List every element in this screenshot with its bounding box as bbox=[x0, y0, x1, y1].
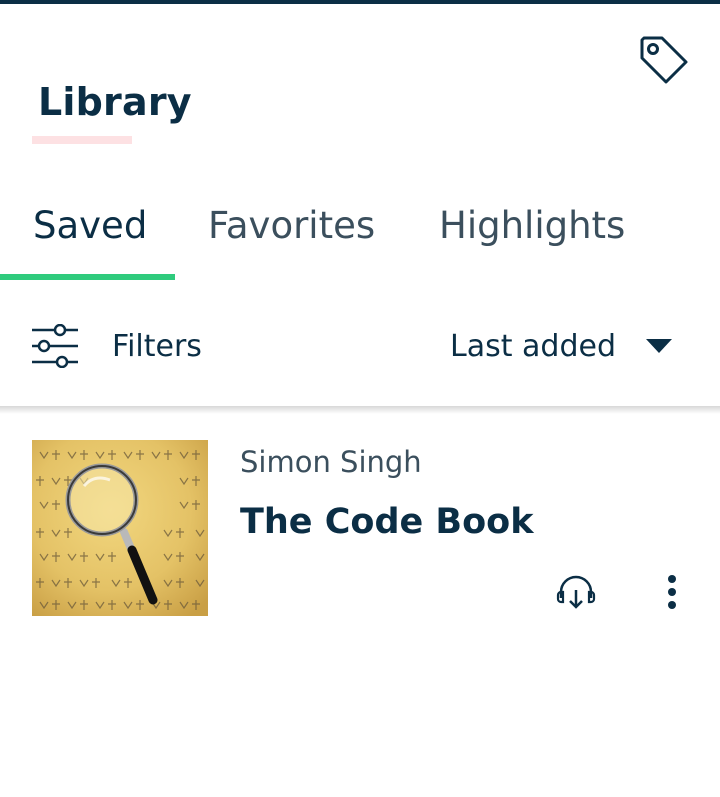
tab-highlights[interactable]: Highlights bbox=[439, 190, 625, 280]
sort-dropdown[interactable]: Last added bbox=[450, 320, 672, 372]
filter-row: Filters Last added bbox=[0, 306, 720, 386]
page-title: Library bbox=[38, 80, 192, 124]
filters-label: Filters bbox=[112, 328, 202, 364]
book-cover[interactable] bbox=[32, 440, 208, 616]
magnifying-glass-cover bbox=[32, 440, 208, 616]
library-tabs: Saved Favorites Highlights bbox=[0, 190, 720, 280]
book-author: Simon Singh bbox=[240, 445, 422, 479]
header-divider bbox=[0, 406, 720, 414]
more-options-button[interactable] bbox=[652, 568, 692, 616]
active-tab-indicator bbox=[0, 274, 175, 280]
library-screen: Library Saved Favorites Highlights Filte… bbox=[0, 0, 720, 797]
tags-button[interactable] bbox=[634, 30, 694, 90]
tag-icon bbox=[640, 36, 688, 84]
sort-label: Last added bbox=[450, 328, 616, 364]
title-underline bbox=[32, 136, 132, 144]
tab-saved[interactable]: Saved bbox=[33, 190, 147, 280]
audio-download-icon bbox=[556, 575, 596, 609]
top-bar-line bbox=[0, 0, 720, 4]
more-vertical-icon bbox=[668, 575, 676, 609]
filters-button[interactable]: Filters bbox=[32, 320, 202, 372]
book-list-item[interactable]: Simon Singh The Code Book bbox=[0, 432, 720, 632]
audio-download-button[interactable] bbox=[552, 568, 600, 616]
caret-down-icon bbox=[646, 339, 672, 353]
book-title[interactable]: The Code Book bbox=[240, 496, 533, 548]
sliders-icon bbox=[32, 324, 78, 368]
tab-favorites[interactable]: Favorites bbox=[208, 190, 375, 280]
